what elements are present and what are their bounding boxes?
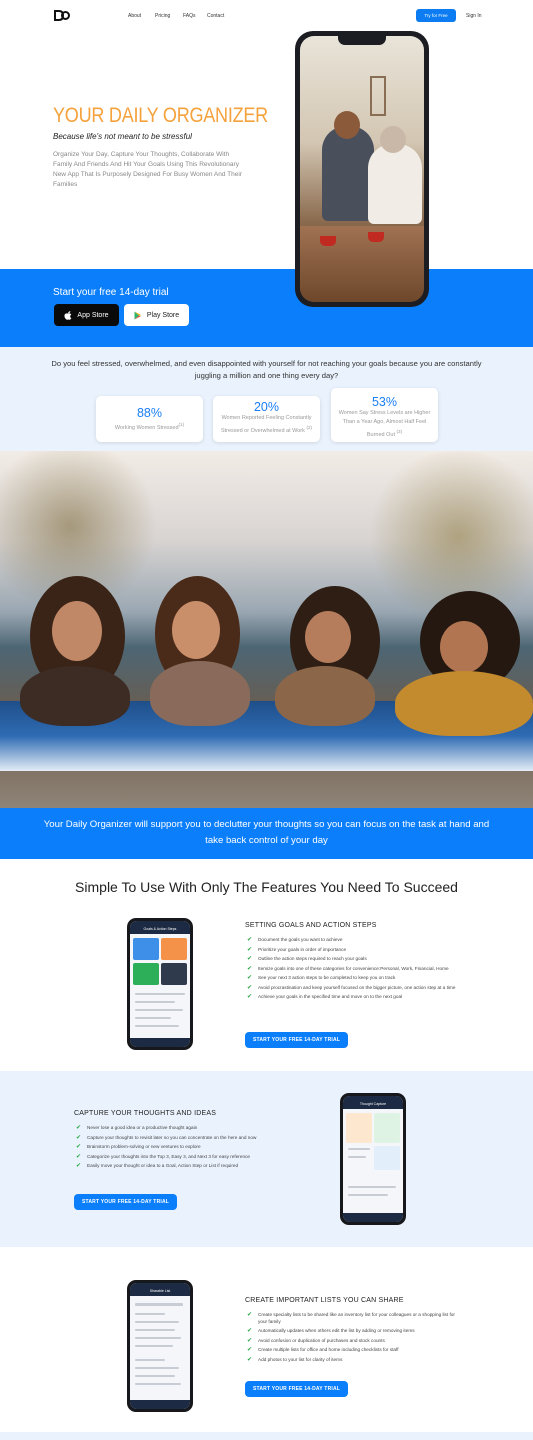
try-for-free-button[interactable]: Try for Free [416, 9, 456, 22]
app-store-button[interactable]: App Store [54, 304, 119, 326]
check-icon: ✔ [76, 1144, 82, 1150]
thoughts-phone-mockup: Thought Capture [340, 1093, 406, 1225]
list-item: ✔ Create specialty lists to be shared lik… [247, 1312, 455, 1324]
check-icon: ✔ [247, 1356, 253, 1363]
check-icon: ✔ [247, 946, 253, 953]
check-icon: ✔ [247, 956, 253, 962]
lists-phone-mockup: Sharable List [127, 1280, 193, 1412]
check-icon: ✔ [247, 975, 253, 981]
play-store-button[interactable]: Play Store [124, 304, 189, 326]
nav-link-contact[interactable]: Contact [207, 13, 224, 19]
list-item: ✔ Never lose a good idea or a productive … [76, 1125, 198, 1131]
trial-text: Start your free 14-day trial [53, 287, 169, 298]
play-store-label: Play Store [146, 311, 180, 319]
logo-icon[interactable] [54, 10, 70, 21]
check-icon: ✔ [247, 1312, 253, 1318]
nav-link-about[interactable]: About [128, 13, 141, 19]
list-item: ✔ Outline the action steps required to re… [247, 956, 367, 962]
list-item: ✔ Avoid confusion or duplication of purch… [247, 1337, 385, 1344]
stat-card: 88% Working Women Stressed(1) [96, 396, 203, 442]
women-beach-photo [0, 451, 533, 808]
list-item: ✔ Create multiple lists for office and ho… [247, 1347, 399, 1353]
check-icon: ✔ [247, 965, 253, 972]
check-icon: ✔ [247, 1337, 253, 1344]
hero-phone-photo [300, 36, 424, 302]
goals-phone-mockup: Goals & Action Steps [127, 918, 193, 1050]
app-store-label: App Store [77, 311, 109, 319]
check-icon: ✔ [76, 1125, 82, 1131]
thoughts-screen-title: Thought Capture [343, 1096, 403, 1109]
check-icon: ✔ [76, 1163, 82, 1169]
goals-heading: SETTING GOALS AND ACTION STEPS [245, 922, 377, 929]
list-item: ✔ Prioritize your goals in order of impor… [247, 946, 347, 953]
stat-value: 88% [136, 406, 163, 420]
lists-heading: CREATE IMPORTANT LISTS YOU CAN SHARE [245, 1297, 404, 1304]
lists-screen-title: Sharable List [130, 1283, 190, 1296]
hero-title: YOUR DAILY ORGANIZER [53, 104, 268, 127]
thoughts-feature-list: ✔ Never lose a good idea or a productive … [74, 1125, 284, 1173]
stat-value: 20% [253, 400, 280, 414]
check-icon: ✔ [247, 937, 253, 943]
stat-value: 53% [371, 395, 398, 409]
list-item: ✔ Achieve your goals in the specified tim… [247, 994, 403, 1000]
hero-subtitle: Because life's not meant to be stressful [53, 132, 192, 141]
hero-description: Organize Your Day, Capture Your Thoughts… [53, 151, 242, 188]
check-icon: ✔ [247, 1328, 253, 1334]
list-item: ✔ Avoid procrastination and keep yourself… [247, 984, 456, 991]
top-nav: About Pricing FAQs Contact Try for Free … [0, 0, 533, 32]
check-icon: ✔ [76, 1134, 82, 1141]
apple-icon [64, 310, 72, 320]
stat-label: Women Reported Feeling Constantly Stress… [220, 415, 313, 434]
nav-link-pricing[interactable]: Pricing [155, 13, 170, 19]
list-item: ✔ Automatically updates when others edit … [247, 1328, 415, 1334]
stat-label: Working Women Stressed(1) [114, 422, 185, 431]
check-icon: ✔ [247, 994, 253, 1000]
sign-in-link[interactable]: Sign In [466, 13, 482, 19]
support-text: Your Daily Organizer will support you to… [43, 819, 490, 846]
check-icon: ✔ [247, 984, 253, 991]
start-trial-button[interactable]: START YOUR FREE 14-DAY TRIAL [245, 1381, 348, 1397]
list-item: ✔ Add photos to your list for clarity of … [247, 1356, 343, 1363]
list-item: ✔ Easily move your thought or idea to a G… [76, 1163, 239, 1169]
list-item: ✔ Itemize goals into one of these categor… [247, 965, 449, 972]
next-section-edge [0, 1432, 533, 1440]
goals-screen-title: Goals & Action Steps [130, 921, 190, 934]
list-item: ✔ Capture your thoughts to revisit later … [76, 1134, 257, 1141]
google-play-icon [134, 311, 141, 319]
list-item: ✔ Document the goals you want to achieve [247, 937, 343, 943]
list-item: ✔ Brainstorm problem-solving or new ventu… [76, 1144, 201, 1150]
features-title: Simple To Use With Only The Features You… [75, 879, 458, 895]
goals-feature-list: ✔ Document the goals you want to achieve … [245, 937, 460, 1004]
stat-label: Women Say Stress Levels are Higher Than … [338, 410, 431, 438]
hero-phone-mockup [295, 31, 429, 307]
stat-card: 53% Women Say Stress Levels are Higher T… [331, 388, 438, 442]
lists-feature-list: ✔ Create specialty lists to be shared lik… [245, 1312, 455, 1366]
stress-question: Do you feel stressed, overwhelmed, and e… [51, 359, 482, 380]
stat-card: 20% Women Reported Feeling Constantly St… [213, 396, 320, 442]
start-trial-button[interactable]: START YOUR FREE 14-DAY TRIAL [74, 1194, 177, 1210]
thoughts-heading: CAPTURE YOUR THOUGHTS AND IDEAS [74, 1110, 217, 1117]
start-trial-button[interactable]: START YOUR FREE 14-DAY TRIAL [245, 1032, 348, 1048]
check-icon: ✔ [76, 1153, 82, 1160]
check-icon: ✔ [247, 1347, 253, 1353]
nav-link-faqs[interactable]: FAQs [183, 13, 196, 19]
list-item: ✔ Categorize your thoughts into the Top 3… [76, 1153, 251, 1160]
list-item: ✔ See your next 3 action steps to be comp… [247, 975, 396, 981]
